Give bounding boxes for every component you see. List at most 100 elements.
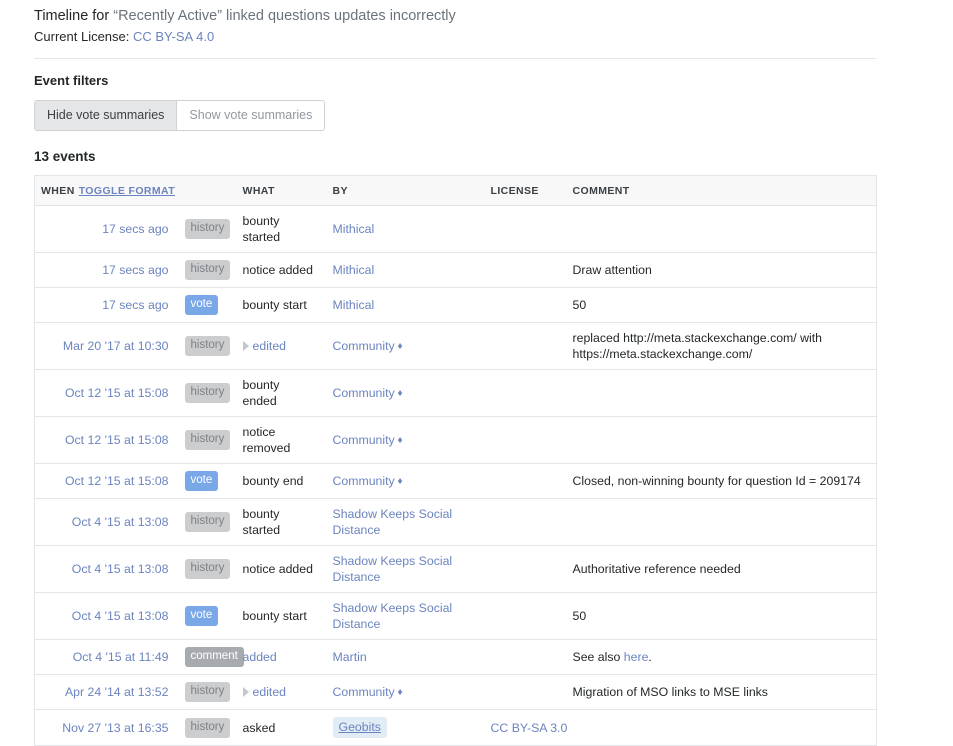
event-type-badge: history xyxy=(184,219,231,239)
comment-text: See also xyxy=(572,650,624,664)
user-link[interactable]: Shadow Keeps Social Distance xyxy=(333,601,453,631)
cell-comment: Migration of MSO links to MSE links xyxy=(564,674,877,710)
event-filter-button-group: Hide vote summaries Show vote summaries xyxy=(34,100,326,131)
event-timestamp-link[interactable]: 17 secs ago xyxy=(102,298,168,312)
event-filters-heading: Event filters xyxy=(34,73,109,88)
event-timestamp-link[interactable]: Mar 20 '17 at 10:30 xyxy=(63,339,169,353)
current-license-link[interactable]: CC BY-SA 4.0 xyxy=(133,29,214,44)
cell-event-type: vote xyxy=(176,463,235,499)
cell-when: Oct 4 '15 at 13:08 xyxy=(34,592,177,640)
expand-triangle-icon[interactable] xyxy=(242,687,249,697)
cell-comment: Closed, non-winning bounty for question … xyxy=(564,463,877,499)
cell-when: Oct 4 '15 at 11:49 xyxy=(34,639,177,675)
row-license-link[interactable]: CC BY-SA 3.0 xyxy=(491,721,568,735)
cell-license xyxy=(482,416,565,464)
what-label: asked xyxy=(242,720,276,735)
table-row: Oct 4 '15 at 13:08 history notice added Sha… xyxy=(34,545,877,593)
user-link[interactable]: Community xyxy=(333,386,395,400)
what-link[interactable]: edited xyxy=(253,685,287,699)
cell-what: bounty start xyxy=(234,592,325,640)
cell-by: Community ♦ xyxy=(324,322,483,370)
event-timestamp-link[interactable]: Nov 27 '13 at 16:35 xyxy=(62,721,168,735)
event-timestamp-link[interactable]: Oct 12 '15 at 15:08 xyxy=(65,433,169,447)
cell-license xyxy=(482,674,565,710)
user-link[interactable]: Martin xyxy=(333,650,367,664)
cell-license xyxy=(482,498,565,546)
cell-comment: Authoritative reference needed xyxy=(564,545,877,593)
table-row: Nov 27 '13 at 16:35 history asked Geobits CC… xyxy=(34,709,877,746)
cell-license xyxy=(482,287,565,323)
user-link[interactable]: Community xyxy=(333,433,395,447)
table-row: Oct 12 '15 at 15:08 history notice removed… xyxy=(34,416,877,464)
cell-by: Shadow Keeps Social Distance xyxy=(324,545,483,593)
what-label: notice removed xyxy=(242,425,291,455)
column-header-what: what xyxy=(234,175,325,206)
cell-comment xyxy=(564,416,877,464)
event-timestamp-link[interactable]: Oct 12 '15 at 15:08 xyxy=(65,474,169,488)
community-diamond-icon: ♦ xyxy=(394,686,403,698)
user-link[interactable]: Mithical xyxy=(333,222,375,236)
cell-by: Mithical xyxy=(324,252,483,288)
user-link[interactable]: Shadow Keeps Social Distance xyxy=(333,554,453,584)
show-vote-summaries-button[interactable]: Show vote summaries xyxy=(176,101,325,130)
event-type-badge: history xyxy=(184,717,231,738)
table-row: 17 secs ago history bounty started Mithical xyxy=(35,206,877,253)
comment-inline-link[interactable]: here xyxy=(624,650,649,664)
user-link[interactable]: Community xyxy=(333,685,395,699)
table-row: Oct 4 '15 at 13:08 history bounty started S… xyxy=(34,498,877,546)
comment-text: 50 xyxy=(572,609,587,623)
event-timestamp-link[interactable]: Oct 4 '15 at 11:49 xyxy=(73,650,169,664)
cell-event-type: history xyxy=(177,206,235,253)
event-type-badge: vote xyxy=(184,606,219,626)
cell-by: Community ♦ xyxy=(324,674,483,710)
cell-license xyxy=(482,639,565,675)
user-link-badge[interactable]: Geobits xyxy=(332,717,387,738)
cell-by: Geobits xyxy=(324,709,483,746)
table-row: Oct 4 '15 at 13:08 vote bounty start Shadow… xyxy=(34,592,877,640)
user-link[interactable]: Community xyxy=(333,474,395,488)
events-count: 13 events xyxy=(34,149,96,164)
column-header-when: when toggle format xyxy=(34,175,235,206)
question-title-link[interactable]: “Recently Active” linked questions updat… xyxy=(113,8,456,24)
cell-by: Community ♦ xyxy=(324,463,483,499)
cell-by: Shadow Keeps Social Distance xyxy=(324,592,483,640)
what-label: bounty started xyxy=(242,214,281,244)
toggle-format-link[interactable]: toggle format xyxy=(79,185,175,197)
what-label: notice added xyxy=(242,263,313,277)
event-timestamp-link[interactable]: 17 secs ago xyxy=(102,222,168,236)
cell-event-type: history xyxy=(176,252,235,288)
comment-text: replaced http://meta.stackexchange.com/ … xyxy=(572,331,822,361)
cell-what: notice added xyxy=(234,545,325,593)
cell-comment xyxy=(565,206,877,253)
section-divider xyxy=(34,58,876,59)
cell-by: Mithical xyxy=(324,287,483,323)
event-timestamp-link[interactable]: Oct 4 '15 at 13:08 xyxy=(72,609,169,623)
cell-when: Oct 4 '15 at 13:08 xyxy=(34,545,177,593)
table-row: Oct 12 '15 at 15:08 history bounty ended Co… xyxy=(34,369,877,417)
cell-what: edited xyxy=(234,322,325,370)
cell-by: Mithical xyxy=(325,206,483,253)
user-link[interactable]: Shadow Keeps Social Distance xyxy=(333,507,453,537)
user-link[interactable]: Mithical xyxy=(333,298,375,312)
expand-triangle-icon[interactable] xyxy=(242,341,249,351)
cell-comment: Draw attention xyxy=(564,252,877,288)
event-timestamp-link[interactable]: Oct 4 '15 at 13:08 xyxy=(72,515,169,529)
what-link[interactable]: edited xyxy=(253,339,287,353)
cell-what: bounty end xyxy=(234,463,325,499)
user-link[interactable]: Community xyxy=(333,339,395,353)
column-header-comment: comment xyxy=(564,175,877,206)
comment-text: Migration of MSO links to MSE links xyxy=(572,685,768,699)
community-diamond-icon: ♦ xyxy=(394,434,403,446)
user-link[interactable]: Mithical xyxy=(333,263,375,277)
event-timestamp-link[interactable]: 17 secs ago xyxy=(102,263,168,277)
what-link[interactable]: added xyxy=(243,650,277,664)
event-timestamp-link[interactable]: Apr 24 '14 at 13:52 xyxy=(65,685,169,699)
event-timestamp-link[interactable]: Oct 12 '15 at 15:08 xyxy=(65,386,169,400)
hide-vote-summaries-button[interactable]: Hide vote summaries xyxy=(35,101,177,130)
cell-by: Community ♦ xyxy=(324,416,483,464)
what-label: bounty started xyxy=(242,507,281,537)
event-type-badge: vote xyxy=(184,295,219,315)
what-label: bounty ended xyxy=(242,378,280,408)
cell-license xyxy=(482,463,565,499)
cell-license xyxy=(483,206,565,253)
